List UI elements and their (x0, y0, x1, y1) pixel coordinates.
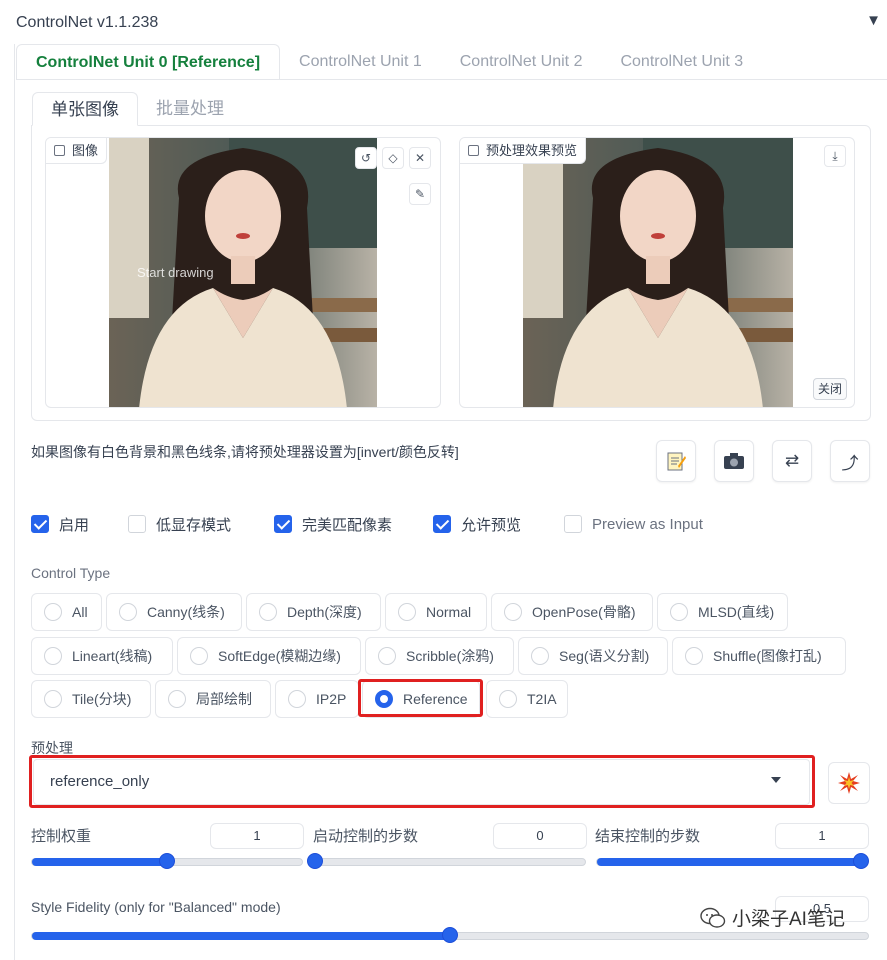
swap-icon[interactable]: ⇄ (772, 440, 812, 482)
pixel-perfect-checkbox[interactable]: 完美匹配像素 (274, 512, 392, 536)
slider-thumb[interactable] (307, 853, 323, 869)
start-step-slider[interactable] (307, 853, 586, 869)
invert-hint: 如果图像有白色背景和黑色线条,请将预处理器设置为[invert/颜色反转] (31, 444, 459, 460)
control-type-tile[interactable]: Tile(分块) (31, 680, 151, 718)
control-type-shuffle[interactable]: Shuffle(图像打乱) (672, 637, 846, 675)
camera-icon[interactable] (714, 440, 754, 482)
control-type-openpose[interactable]: OpenPose(骨骼) (491, 593, 653, 631)
control-weight-slider[interactable] (31, 853, 303, 869)
send-dimensions-icon[interactable]: ⤴ (830, 440, 870, 482)
tabs-divider (16, 79, 887, 80)
wechat-icon (700, 907, 726, 928)
control-type-inpaint[interactable]: 局部绘制 (155, 680, 271, 718)
end-step-label: 结束控制的步数 (595, 828, 701, 845)
control-type-mlsd[interactable]: MLSD(直线) (657, 593, 788, 631)
unit-tabs: ControlNet Unit 0 [Reference] ControlNet… (16, 44, 762, 80)
preprocessor-value: reference_only (50, 773, 150, 790)
control-weight-label: 控制权重 (31, 828, 92, 845)
control-type-seg[interactable]: Seg(语义分割) (518, 637, 668, 675)
notepad-icon[interactable] (656, 440, 696, 482)
tab-unit-3[interactable]: ControlNet Unit 3 (601, 44, 762, 80)
allow-preview-checkbox[interactable]: 允许预览 (433, 512, 521, 536)
brand-watermark: 小梁子AI笔记 (700, 904, 845, 931)
slider-thumb[interactable] (853, 853, 869, 869)
explosion-icon[interactable] (828, 762, 870, 804)
control-type-depth[interactable]: Depth(深度) (246, 593, 381, 631)
end-step-input[interactable]: 1 (775, 823, 869, 849)
control-type-t2ia[interactable]: T2IA (486, 680, 568, 718)
brush-icon[interactable]: ✎ (409, 183, 431, 205)
control-type-reference[interactable]: Reference (362, 680, 480, 718)
preview-photo (523, 138, 793, 407)
control-type-scribble[interactable]: Scribble(涂鸦) (365, 637, 514, 675)
undo-icon[interactable]: ↺ (355, 147, 377, 169)
preprocessor-dropdown[interactable]: reference_only (33, 759, 810, 805)
canvas-watermark: Start drawing (137, 265, 214, 280)
image-mode-tabs: 单张图像 批量处理 (32, 92, 242, 126)
image-icon (54, 145, 65, 156)
start-step-label: 启动控制的步数 (313, 828, 419, 845)
eraser-icon[interactable]: ◇ (382, 147, 404, 169)
control-weight-input[interactable]: 1 (210, 823, 304, 849)
download-icon[interactable]: ⤓ (824, 145, 846, 167)
control-type-all[interactable]: All (31, 593, 102, 631)
controlnet-accordion-header[interactable]: ControlNet v1.1.238 ▼ (0, 0, 887, 46)
low-vram-checkbox[interactable]: 低显存模式 (128, 512, 231, 536)
slider-thumb[interactable] (159, 853, 175, 869)
enable-checkbox[interactable]: 启用 (31, 512, 89, 536)
control-type-canny[interactable]: Canny(线条) (106, 593, 242, 631)
tab-batch[interactable]: 批量处理 (138, 92, 242, 126)
control-type-softedge[interactable]: SoftEdge(模糊边缘) (177, 637, 361, 675)
chevron-down-icon (771, 777, 781, 783)
tab-unit-2[interactable]: ControlNet Unit 2 (441, 44, 602, 80)
preview-image-label: 预处理效果预览 (460, 138, 587, 164)
close-preview-button[interactable]: 关闭 (813, 378, 847, 400)
preview-image-panel: 预处理效果预览 ⤓ 关闭 (459, 137, 855, 408)
preview-as-input-checkbox[interactable]: Preview as Input (564, 512, 703, 536)
style-fidelity-label: Style Fidelity (only for "Balanced" mode… (31, 899, 281, 915)
tab-single-image[interactable]: 单张图像 (32, 92, 138, 126)
control-type-lineart[interactable]: Lineart(线稿) (31, 637, 173, 675)
control-type-normal[interactable]: Normal (385, 593, 487, 631)
control-type-ip2p[interactable]: IP2P (275, 680, 359, 718)
control-type-label: Control Type (31, 565, 111, 581)
tab-unit-0[interactable]: ControlNet Unit 0 [Reference] (16, 44, 281, 80)
preprocessor-label: 预处理 (31, 740, 73, 756)
close-icon[interactable]: ✕ (409, 147, 431, 169)
image-icon (468, 145, 479, 156)
tab-unit-1[interactable]: ControlNet Unit 1 (280, 44, 441, 80)
input-image-label: 图像 (46, 138, 108, 164)
triangle-down-icon[interactable]: ▼ (866, 12, 881, 29)
input-image-panel[interactable]: 图像 Start drawing ↺ ◇ ✕ ✎ (45, 137, 441, 408)
end-step-slider[interactable] (596, 853, 869, 869)
start-step-input[interactable]: 0 (493, 823, 587, 849)
slider-thumb[interactable] (442, 927, 458, 943)
style-fidelity-slider[interactable] (31, 927, 869, 943)
accordion-title: ControlNet v1.1.238 (16, 14, 159, 31)
